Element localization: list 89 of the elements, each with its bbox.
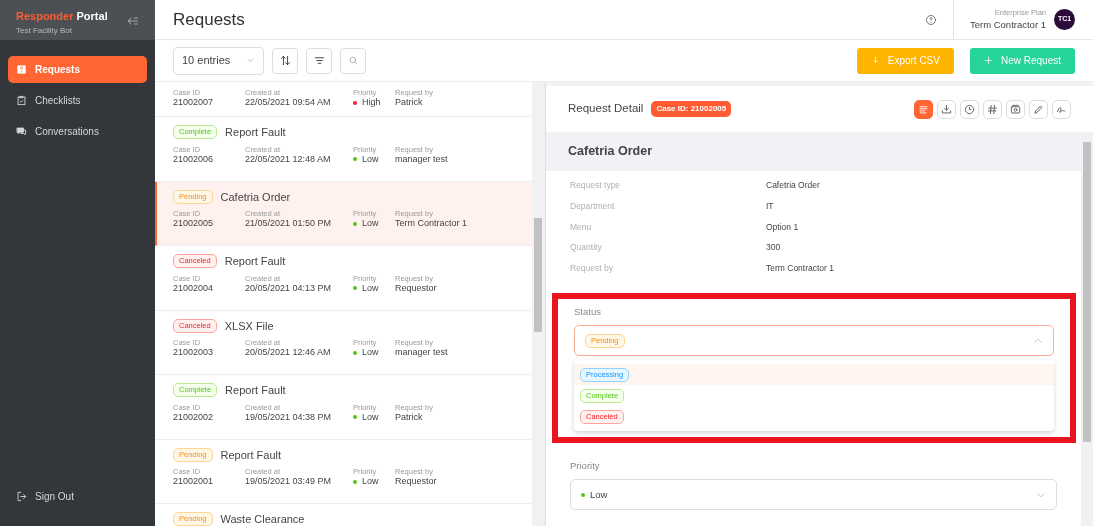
help-icon xyxy=(924,14,937,27)
field-value: 22/05/2021 09:54 AM xyxy=(245,97,332,109)
request-title: Report Fault xyxy=(225,383,286,398)
field-value: 21002001 xyxy=(173,476,215,488)
lines-button[interactable] xyxy=(914,99,933,119)
field-value: 21002005 xyxy=(173,218,215,230)
sidebar-item[interactable]: Conversations xyxy=(8,118,147,145)
detail-title: Cafetria Order xyxy=(546,132,1081,171)
field-label: Department xyxy=(570,199,616,213)
hash-button[interactable] xyxy=(983,99,1002,119)
filter-button[interactable] xyxy=(306,47,333,74)
download-button[interactable] xyxy=(937,99,956,119)
pencil-icon xyxy=(1033,103,1044,115)
field-value: 19/05/2021 04:38 PM xyxy=(245,411,333,424)
chat-icon xyxy=(16,126,27,137)
priority-value: High xyxy=(362,97,381,107)
field-value: manager test xyxy=(395,347,449,359)
field-value: 22/05/2021 12:48 AM xyxy=(245,153,332,166)
clipboard-icon xyxy=(16,95,27,106)
sign-out-link[interactable]: Sign Out xyxy=(8,483,147,510)
search-icon xyxy=(347,55,359,66)
field-value: Option 1 xyxy=(766,220,799,234)
field-label: Request type xyxy=(570,179,622,192)
request-title: Waste Clearance xyxy=(220,512,305,526)
request-title: XLSX File xyxy=(224,318,274,334)
hash-icon xyxy=(987,103,998,115)
field-value: 300 xyxy=(766,241,781,255)
field-value: 20/05/2021 04:13 PM xyxy=(245,282,333,295)
priority-value: Low xyxy=(362,411,379,422)
sign-out-icon xyxy=(16,491,27,502)
field-value: Term Contractor 1 xyxy=(395,218,469,230)
request-title: Report Fault xyxy=(220,447,282,463)
field-value: 19/05/2021 03:49 PM xyxy=(245,476,333,488)
sort-icon xyxy=(279,55,291,66)
scrollbar[interactable] xyxy=(532,82,544,526)
detail-heading: Request Detail xyxy=(568,101,644,117)
request-title: Cafetria Order xyxy=(220,189,291,205)
lines-icon xyxy=(918,103,929,115)
field-value: Patrick xyxy=(395,411,424,424)
field-value: 21002002 xyxy=(173,411,215,424)
field-label: Status xyxy=(574,305,602,319)
sidebar-item[interactable]: Checklists xyxy=(8,87,147,114)
brand-subtitle: Test Facility Bot xyxy=(16,24,73,37)
priority-select[interactable]: Low xyxy=(570,479,1057,511)
collapse-icon xyxy=(127,14,139,27)
page-title: Requests xyxy=(173,8,246,31)
field-value: Term Contractor 1 xyxy=(766,262,835,276)
scrollbar[interactable] xyxy=(1081,132,1093,526)
priority-value: Low xyxy=(362,218,379,228)
clock-icon xyxy=(964,103,975,115)
signature-button[interactable] xyxy=(1052,99,1071,119)
question-icon xyxy=(16,64,27,75)
clock-button[interactable] xyxy=(960,99,979,119)
field-value: 20/05/2021 12:46 AM xyxy=(245,347,332,359)
entries-select[interactable]: 10 entries xyxy=(173,46,265,75)
field-value: Cafetria Order xyxy=(766,179,820,192)
field-value: 21002003 xyxy=(173,347,215,359)
pencil-button[interactable] xyxy=(1029,99,1048,119)
brand-logo: Responder Portal xyxy=(16,9,108,24)
field-label: Menu xyxy=(570,220,593,234)
field-value: 21002004 xyxy=(173,282,215,295)
user-name: Term Contractor 1 xyxy=(969,18,1046,32)
priority-value: Low xyxy=(362,476,379,486)
field-label: Priority xyxy=(570,459,601,474)
field-label: Quantity xyxy=(570,241,603,255)
camera-button[interactable] xyxy=(1006,99,1025,119)
request-title: Report Fault xyxy=(225,125,286,140)
download-icon xyxy=(870,56,880,65)
case-id-badge: Case ID: 21002005 xyxy=(651,101,732,117)
camera-icon xyxy=(1010,103,1021,115)
field-value: 21002007 xyxy=(173,97,215,109)
chevron-down-icon xyxy=(1036,490,1046,500)
chevron-down-icon xyxy=(246,56,256,65)
field-label: Request by xyxy=(570,262,614,276)
field-value: 21002006 xyxy=(173,153,215,166)
priority-value: Low xyxy=(362,282,379,293)
field-value: manager test xyxy=(395,153,449,166)
plus-icon xyxy=(983,56,993,65)
field-value: 21/05/2021 01:50 PM xyxy=(245,218,333,230)
sort-button[interactable] xyxy=(272,47,299,74)
priority-value: Low xyxy=(362,153,379,164)
priority-value: Low xyxy=(362,347,379,357)
field-value: Requestor xyxy=(395,476,438,488)
download-icon xyxy=(941,103,952,115)
field-value: Patrick xyxy=(395,97,424,109)
request-title: Report Fault xyxy=(224,254,286,269)
field-value: IT xyxy=(766,199,774,213)
filter-icon xyxy=(313,55,325,66)
field-value: Requestor xyxy=(395,282,438,295)
